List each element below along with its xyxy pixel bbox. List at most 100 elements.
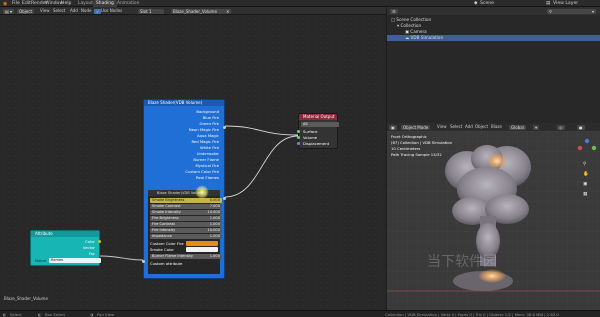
volume-socket[interactable] [297, 136, 300, 139]
vp-menu-blaze[interactable]: Blaze [491, 125, 502, 129]
blaze-shader-node-title[interactable]: Blaze Shader(VDB Volume) [144, 100, 224, 106]
custom-color-fire-label: Custom Color Fire [150, 241, 184, 246]
node-group-panel: Blaze Shader(VDB Volume) Smoke Brightnes… [148, 190, 222, 274]
status-box-select: Box Select [45, 311, 65, 317]
material-output-node[interactable]: Material Output All Surface Volume Displ… [297, 113, 339, 149]
viewport-scene [387, 131, 600, 310]
attribute-name-label: Name [35, 258, 47, 263]
output-red-magic-fire: Red Magic Fire [191, 139, 219, 144]
output-target-select[interactable]: All [301, 122, 339, 127]
link-attribute-to-custom [99, 255, 144, 261]
viewport-header: ▣ Object Mode View Select Add Object Bla… [387, 123, 600, 131]
zoom-icon[interactable]: ⚲ [583, 162, 586, 168]
custom-color-fire-swatch[interactable] [186, 241, 218, 246]
outliner-search-input[interactable]: ⚲ [547, 8, 591, 14]
outliner-row-vdb-simulation[interactable]: ☁ VDB Simulation◉ [387, 35, 600, 41]
tab-animation[interactable]: Animation [114, 0, 142, 7]
group-title[interactable]: Blaze Shader(VDB Volume) [148, 190, 220, 196]
overlays-icon[interactable]: ◎ [557, 124, 565, 130]
output-underwater: Underwater [196, 151, 219, 156]
smoke-intensity-field[interactable]: Smoke Intensity 10.000 [150, 210, 222, 215]
node-editor-header: ▤ ▾ Object View Select Add Node ✓ Use No… [0, 7, 386, 15]
output-custom-color-fire: Custom Color Fire [185, 169, 219, 174]
smoke-contrast-field[interactable]: Smoke Contrast 7.000 [150, 204, 222, 209]
viewport-editor-type[interactable]: ▣ [389, 124, 397, 130]
input-volume: Volume [303, 135, 318, 140]
output-blue-fire: Blue Fire [202, 115, 219, 120]
menu-help[interactable]: Help [61, 1, 71, 7]
burner-flame-intensity-field[interactable]: Burner Flame Intensity 1.000 [150, 254, 222, 259]
output-color: Color [85, 239, 95, 244]
snap-icon[interactable]: ⌖ [533, 124, 540, 130]
output-aqua-magic: Aqua Magic [196, 133, 219, 138]
output-background: Background [196, 109, 219, 114]
menu-edit[interactable]: Edit [22, 1, 31, 7]
output-socket[interactable] [223, 126, 226, 129]
viewport-info-line: Path Tracing Sample 15/32 [391, 152, 442, 157]
displacement-socket[interactable] [297, 142, 300, 145]
menu-view[interactable]: View [40, 9, 50, 13]
status-bar: ◐ Select ◐ Box Select ◑ Pan View Collect… [0, 310, 600, 317]
output-white-fire: White Fire [199, 145, 219, 150]
scene-selector[interactable]: Scene [480, 1, 494, 7]
smoke-brightness-field[interactable]: Smoke Brightness 0.000 [150, 198, 222, 203]
attribute-node-title[interactable]: Attribute [31, 231, 99, 237]
smoke-color-swatch[interactable] [186, 247, 218, 252]
vp-menu-add[interactable]: Add [465, 125, 473, 129]
input-displacement: Displacement [303, 141, 330, 146]
slot-selector[interactable]: Slot 1 [138, 8, 164, 14]
fire-brightness-field[interactable]: Fire Brightness 1.000 [150, 216, 222, 221]
vp-menu-select[interactable]: Select [450, 125, 462, 129]
filter-icon[interactable]: ▾ [590, 8, 597, 14]
surface-socket[interactable] [297, 130, 300, 133]
fire-intensity-field[interactable]: Fire Intensity 10.000 [150, 228, 222, 233]
custom-attribute-socket[interactable] [142, 260, 145, 263]
outliner-header: ☰ ⚲ ▾ [387, 7, 600, 15]
impedance-field[interactable]: Impedance 1.000 [150, 234, 222, 239]
camera-view-icon[interactable]: ▣ [583, 182, 587, 188]
use-nodes-label: Use Nodes [101, 8, 123, 13]
pan-hand-icon[interactable]: ✋ [583, 172, 589, 178]
mouse-right-icon: ◑ [90, 311, 94, 317]
cursor-highlight [195, 185, 209, 199]
color-output-socket[interactable] [98, 240, 101, 243]
fire-contrast-field[interactable]: Fire Contrast 1.000 [150, 222, 222, 227]
orientation-selector[interactable]: Global [509, 124, 526, 130]
node-editor-canvas[interactable]: Blaze Shader(VDB Volume) Background Blue… [0, 15, 386, 310]
3d-viewport[interactable]: ▣ Object Mode View Select Add Object Bla… [387, 123, 600, 310]
viewport-info-line: Front Orthographic [391, 134, 427, 139]
menu-file[interactable]: File [12, 1, 20, 7]
blender-logo-icon[interactable]: ◉ [3, 1, 7, 7]
output-real-flames: Real Flames [196, 175, 219, 180]
attribute-node[interactable]: Attribute Color Vector Fac Name flames [30, 230, 101, 266]
mouse-middle-icon: ◐ [38, 311, 42, 317]
menu-select[interactable]: Select [53, 9, 65, 13]
object-mode-selector[interactable]: Object Mode [401, 124, 431, 130]
vp-menu-view[interactable]: View [437, 125, 447, 129]
mouse-left-icon: ◐ [3, 311, 7, 317]
outliner-editor-type[interactable]: ☰ [390, 8, 398, 14]
fake-user-button[interactable]: ✕ [224, 8, 232, 14]
scene-icon: ◆ [474, 0, 478, 6]
view-layer-icon: ▤ [546, 0, 551, 6]
output-socket[interactable] [223, 197, 226, 200]
object-shader-selector[interactable]: Object [17, 8, 35, 14]
menu-add[interactable]: Add [70, 9, 78, 13]
material-output-title[interactable]: Material Output [299, 114, 337, 120]
shading-icon[interactable]: ● [577, 124, 585, 130]
perspective-grid-icon[interactable]: ▦ [583, 192, 587, 198]
output-fac: Fac [88, 251, 95, 256]
blaze-shader-node[interactable]: Blaze Shader(VDB Volume) Background Blue… [142, 99, 226, 279]
attribute-name-input[interactable]: flames [49, 258, 101, 263]
menu-node[interactable]: Node [81, 9, 91, 13]
vp-menu-object[interactable]: Object [475, 125, 488, 129]
top-bar: ◉ File Edit Render Window Help Layout Sh… [0, 0, 600, 7]
editor-type-button[interactable]: ▤ ▾ [3, 8, 15, 14]
output-vector: Vector [82, 245, 95, 250]
output-neon-magic-fire: Neon Magic Fire [188, 127, 219, 132]
view-layer-selector[interactable]: View Layer [553, 1, 578, 7]
input-surface: Surface [303, 129, 318, 134]
outliner-panel: ☰ ⚲ ▾ □ Scene Collection ▾ Collection◉ ▣… [387, 7, 600, 123]
custom-attribute-label: Custom attribute [150, 261, 183, 266]
material-selector[interactable]: Blaze_Shader_Volume [171, 8, 225, 14]
